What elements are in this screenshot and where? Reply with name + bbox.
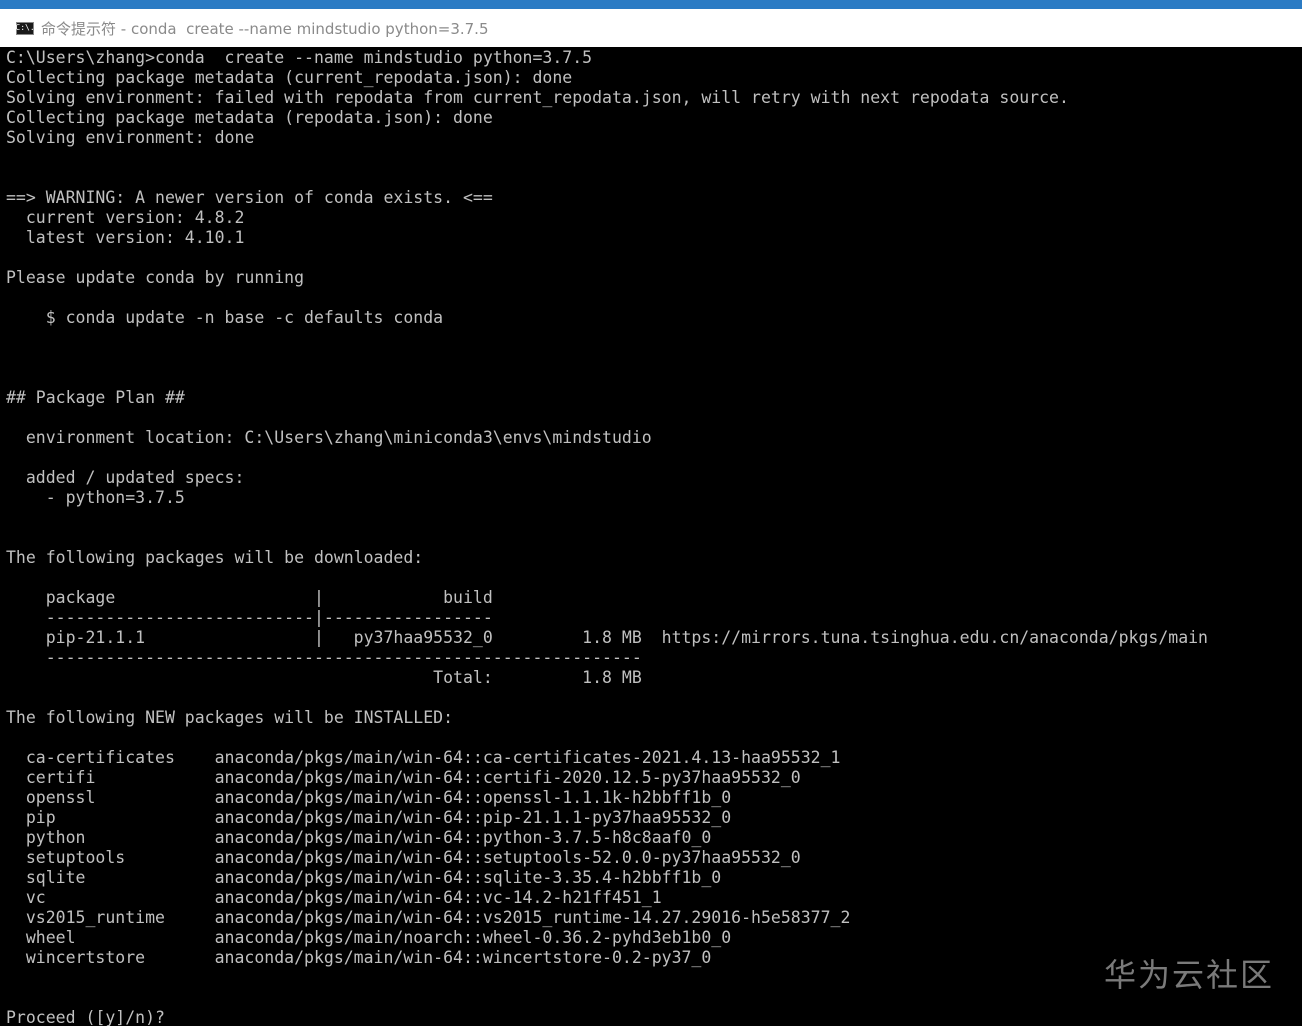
console-line: ----------------------------------------… xyxy=(6,648,642,667)
console-line: - python=3.7.5 xyxy=(6,488,185,507)
console-output[interactable]: C:\Users\zhang>conda create --name minds… xyxy=(0,47,1302,1026)
cmd-icon: C:\. xyxy=(15,21,35,35)
console-line: wheel anaconda/pkgs/main/noarch::wheel-0… xyxy=(6,928,732,947)
console-line: vc anaconda/pkgs/main/win-64::vc-14.2-h2… xyxy=(6,888,662,907)
console-line: Collecting package metadata (current_rep… xyxy=(6,68,573,87)
console-line: Solving environment: failed with repodat… xyxy=(6,88,1069,107)
console-line: ca-certificates anaconda/pkgs/main/win-6… xyxy=(6,748,841,767)
console-line: latest version: 4.10.1 xyxy=(6,228,245,247)
console-line: Proceed ([y]/n)? xyxy=(6,1008,165,1026)
console-line: vs2015_runtime anaconda/pkgs/main/win-64… xyxy=(6,908,851,927)
console-line: The following NEW packages will be INSTA… xyxy=(6,708,454,727)
window-title: 命令提示符 - conda create --name mindstudio p… xyxy=(41,19,489,38)
console-line: Collecting package metadata (repodata.js… xyxy=(6,108,493,127)
console-line: Solving environment: done xyxy=(6,128,255,147)
console-line: The following packages will be downloade… xyxy=(6,548,424,567)
console-line: C:\Users\zhang>conda create --name minds… xyxy=(6,48,593,67)
console-line: current version: 4.8.2 xyxy=(6,208,245,227)
console-line: $ conda update -n base -c defaults conda xyxy=(6,308,444,327)
watermark-logo: 华为云社区 xyxy=(1103,956,1274,994)
console-line: sqlite anaconda/pkgs/main/win-64::sqlite… xyxy=(6,868,722,887)
console-line: openssl anaconda/pkgs/main/win-64::opens… xyxy=(6,788,732,807)
console-line: certifi anaconda/pkgs/main/win-64::certi… xyxy=(6,768,801,787)
console-line: Total: 1.8 MB xyxy=(6,668,642,687)
cmd-icon-glyph: C:\. xyxy=(15,23,35,32)
console-line: setuptools anaconda/pkgs/main/win-64::se… xyxy=(6,848,801,867)
console-line: ==> WARNING: A newer version of conda ex… xyxy=(6,188,493,207)
console-line: python anaconda/pkgs/main/win-64::python… xyxy=(6,828,712,847)
console-line: ## Package Plan ## xyxy=(6,388,185,407)
console-line: environment location: C:\Users\zhang\min… xyxy=(6,428,652,447)
console-line: Please update conda by running xyxy=(6,268,305,287)
title-bar[interactable]: C:\. 命令提示符 - conda create --name mindstu… xyxy=(0,0,1302,47)
console-line: package | build xyxy=(6,588,493,607)
console-line: pip-21.1.1 | py37haa95532_0 1.8 MB https… xyxy=(6,628,1208,647)
console-line: added / updated specs: xyxy=(6,468,245,487)
console-line: ---------------------------|------------… xyxy=(6,608,493,627)
console-line: pip anaconda/pkgs/main/win-64::pip-21.1.… xyxy=(6,808,732,827)
